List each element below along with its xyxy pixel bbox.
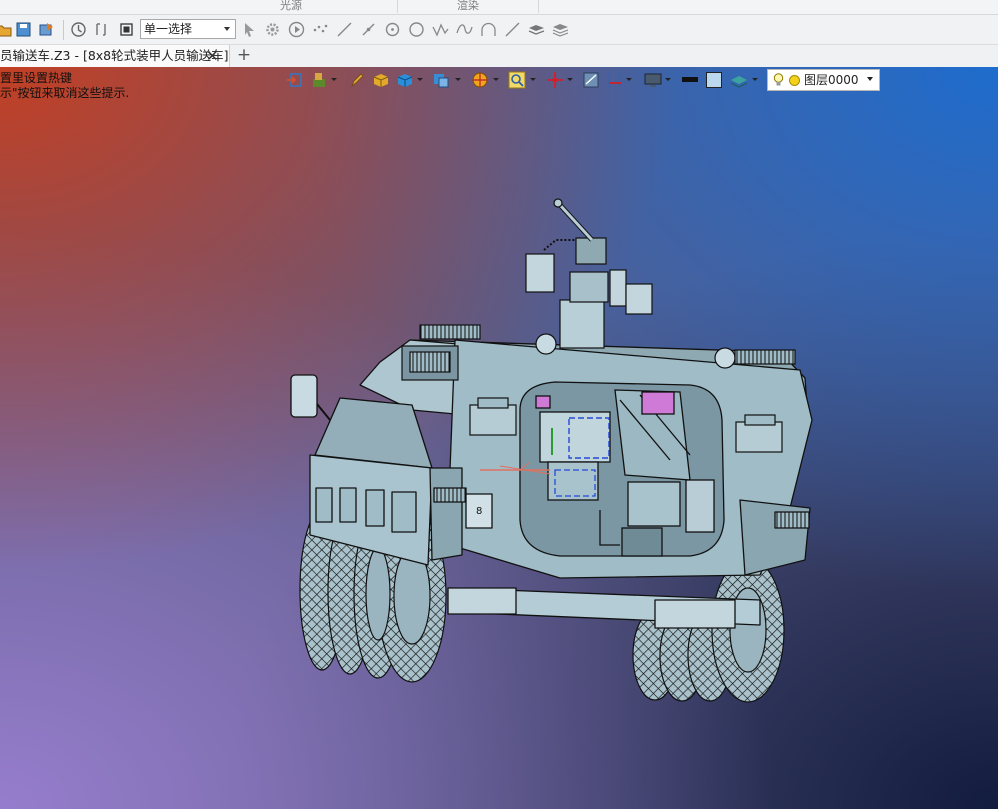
line-angle-icon[interactable] (504, 21, 521, 38)
caret-down-icon[interactable] (626, 78, 632, 81)
tab-document[interactable]: 员输送车.Z3 - [8x8轮式装甲人员输送车] ✕ (0, 45, 230, 67)
ribbon-group-render: 渲染 (398, 0, 539, 13)
hint-line-2: 示"按钮来取消这些提示. (0, 86, 130, 100)
layer-stack-icon[interactable] (528, 21, 545, 38)
exit-icon[interactable] (286, 71, 304, 89)
chevron-down-icon (224, 27, 230, 31)
component-icon[interactable] (310, 71, 328, 89)
chevron-down-icon (867, 77, 873, 81)
line-icon[interactable] (336, 21, 353, 38)
ribbon-group-lighting: 光源 (185, 0, 398, 13)
selection-mode-dropdown[interactable]: 单一选择 (140, 19, 236, 39)
caret-down-icon[interactable] (493, 78, 499, 81)
layer-dropdown[interactable]: 图层0000 (767, 69, 880, 91)
pointer-icon[interactable] (241, 21, 258, 38)
circle-center-icon[interactable] (384, 21, 401, 38)
section-icon[interactable] (606, 71, 624, 89)
side-mirror (290, 374, 331, 421)
viewport-hint: 置里设置热键 示"按钮来取消这些提示. (0, 71, 129, 101)
save-icon[interactable] (15, 21, 32, 38)
render-mode-icon[interactable] (471, 71, 489, 89)
stop-icon[interactable] (118, 21, 135, 38)
segment-icon[interactable] (360, 21, 377, 38)
open-folder-icon[interactable] (0, 21, 13, 38)
layer-dropdown-value: 图层0000 (804, 73, 859, 87)
polyline-icon[interactable] (432, 21, 449, 38)
new-tab-button[interactable]: + (236, 45, 252, 67)
arc-icon[interactable] (480, 21, 497, 38)
lightbulb-icon[interactable] (773, 73, 784, 87)
caret-down-icon[interactable] (417, 78, 423, 81)
toolbar-separator (63, 20, 64, 40)
export-icon[interactable] (38, 21, 55, 38)
hull-number-label: 8 (476, 506, 482, 517)
vehicle-model[interactable]: 8 (280, 195, 820, 705)
filter-icon[interactable] (93, 21, 110, 38)
main-toolbar: 单一选择 (0, 15, 998, 45)
shaded-box-icon[interactable] (372, 71, 390, 89)
color-black-swatch[interactable] (681, 71, 699, 89)
caret-down-icon[interactable] (331, 78, 337, 81)
view-toolbar (284, 69, 768, 91)
history-icon[interactable] (70, 21, 87, 38)
circle-icon[interactable] (408, 21, 425, 38)
layer-visibility-icon[interactable] (552, 21, 569, 38)
measure-icon[interactable] (582, 71, 600, 89)
view-orient-icon[interactable] (432, 71, 450, 89)
zoom-search-icon[interactable] (508, 71, 526, 89)
gear-select-icon[interactable] (264, 21, 281, 38)
tab-document-title: 员输送车.Z3 - [8x8轮式装甲人员输送车] (0, 48, 229, 63)
document-tab-bar: 员输送车.Z3 - [8x8轮式装甲人员输送车] ✕ + (0, 45, 998, 68)
pencil-icon[interactable] (348, 71, 366, 89)
hint-line-1: 置里设置热键 (0, 71, 73, 85)
move-axis-icon[interactable] (546, 71, 564, 89)
caret-down-icon[interactable] (455, 78, 461, 81)
right-wheel-group (632, 557, 785, 703)
3d-viewport[interactable]: 置里设置热键 示"按钮来取消这些提示. 图层0000 8 (0, 67, 998, 809)
points-icon[interactable] (312, 21, 329, 38)
close-icon[interactable]: ✕ (206, 45, 219, 67)
ribbon-group-bar: 光源 渲染 (0, 0, 998, 15)
color-lightblue-swatch[interactable] (705, 71, 723, 89)
caret-down-icon[interactable] (665, 78, 671, 81)
layer-color-icon (789, 75, 800, 86)
play-icon[interactable] (288, 21, 305, 38)
layer-stack-icon[interactable] (730, 71, 748, 89)
spline-icon[interactable] (456, 21, 473, 38)
selection-mode-value: 单一选择 (144, 22, 193, 36)
wireframe-box-icon[interactable] (396, 71, 414, 89)
caret-down-icon[interactable] (752, 78, 758, 81)
display-icon[interactable] (644, 71, 662, 89)
weapon-turret (525, 198, 653, 349)
caret-down-icon[interactable] (567, 78, 573, 81)
caret-down-icon[interactable] (530, 78, 536, 81)
